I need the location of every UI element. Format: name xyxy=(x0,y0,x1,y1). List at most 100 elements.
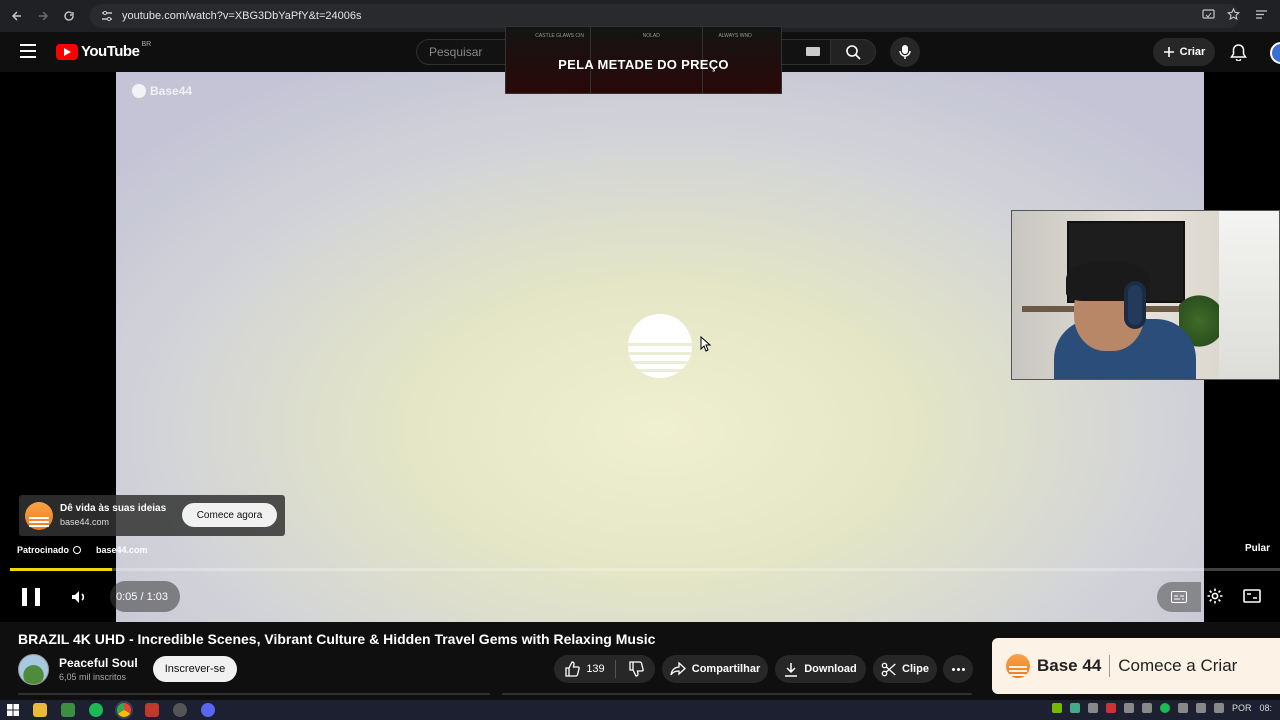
ad-domain: base44.com xyxy=(60,517,110,527)
description-divider-left xyxy=(18,693,490,695)
channel-name[interactable]: Peaceful Soul xyxy=(59,656,138,670)
video-player[interactable]: Base44 CASTLE GLAWS CIN NOLAD ALWAYS WND… xyxy=(0,26,1280,622)
like-count: 139 xyxy=(586,663,605,675)
news-app-icon[interactable] xyxy=(145,703,159,717)
promo-label-center: NOLAD xyxy=(642,33,660,39)
plus-icon xyxy=(1163,47,1174,57)
settings-gear-icon[interactable] xyxy=(1206,587,1224,605)
clip-label: Clipe xyxy=(902,663,929,675)
download-button[interactable]: Download xyxy=(775,655,866,683)
watermark-label: Base44 xyxy=(150,84,193,98)
reading-list-icon[interactable] xyxy=(1255,8,1268,21)
system-tray: POR 08: xyxy=(1051,703,1272,713)
windows-start-icon[interactable] xyxy=(7,704,19,716)
volume-icon[interactable] xyxy=(70,588,88,606)
create-label: Criar xyxy=(1179,46,1206,58)
file-explorer-icon[interactable] xyxy=(33,703,47,717)
cast-icon[interactable] xyxy=(1202,8,1215,21)
base44-logo-icon xyxy=(132,84,146,98)
scissors-icon xyxy=(881,662,896,676)
obs-icon[interactable] xyxy=(173,703,187,717)
keyboard-icon[interactable] xyxy=(806,47,820,56)
spotify-tray-icon[interactable] xyxy=(1159,703,1170,713)
ad-overlay-card[interactable]: Dê vida às suas ideias base44.com Comece… xyxy=(19,495,285,536)
tray-app-icon[interactable] xyxy=(1141,703,1152,713)
channel-subscriber-count: 6,05 mil inscritos xyxy=(59,672,127,682)
search-icon xyxy=(846,45,861,60)
speaker-icon[interactable] xyxy=(1213,703,1224,713)
download-label: Download xyxy=(804,663,857,675)
side-ad-tagline: Comece a Criar xyxy=(1118,656,1238,675)
bell-icon[interactable] xyxy=(1230,43,1247,61)
player-controls: 0:05 / 1:03 xyxy=(0,574,1280,620)
voice-search-button[interactable] xyxy=(890,37,920,67)
promo-label-left: CASTLE GLAWS CIN xyxy=(535,33,585,39)
dislike-button[interactable] xyxy=(616,661,655,677)
theater-mode-icon[interactable] xyxy=(1243,589,1261,603)
pause-icon[interactable] xyxy=(22,588,40,606)
sponsored-label[interactable]: Patrocinado xyxy=(17,545,82,555)
like-dislike-group: 139 xyxy=(554,655,655,683)
progress-bar[interactable] xyxy=(10,568,1280,571)
chrome-icon[interactable] xyxy=(117,703,131,717)
channel-avatar[interactable] xyxy=(18,654,49,685)
tray-app-icon[interactable] xyxy=(1123,703,1134,713)
tray-app-icon[interactable] xyxy=(1069,703,1080,713)
progress-fill xyxy=(10,568,112,571)
ad-logo-icon xyxy=(25,502,53,530)
os-taskbar: POR 08: xyxy=(0,700,1280,720)
tray-app-icon[interactable] xyxy=(1105,703,1116,713)
info-icon[interactable] xyxy=(73,546,82,554)
discord-icon[interactable] xyxy=(201,703,215,717)
subtitles-icon xyxy=(1171,591,1187,603)
subscribe-button[interactable]: Inscrever-se xyxy=(153,656,237,682)
more-actions-icon[interactable] xyxy=(943,655,973,683)
bookmark-star-icon[interactable] xyxy=(1227,8,1240,21)
side-ad-banner[interactable]: Base 44 Comece a Criar xyxy=(992,638,1280,694)
back-icon[interactable] xyxy=(4,3,30,29)
create-button[interactable]: Criar xyxy=(1153,38,1215,66)
language-indicator[interactable]: POR xyxy=(1232,703,1252,713)
clip-button[interactable]: Clipe xyxy=(873,655,937,683)
address-bar[interactable]: youtube.com/watch?v=XBG3DbYaPfY&t=24006s xyxy=(90,4,1240,28)
promo-banner-overlay: CASTLE GLAWS CIN NOLAD ALWAYS WND PELA M… xyxy=(505,26,782,94)
time-display: 0:05 / 1:03 xyxy=(110,581,180,612)
sponsored-text: Patrocinado xyxy=(17,545,70,555)
app-icon[interactable] xyxy=(61,703,75,717)
thumbs-up-icon xyxy=(565,661,581,677)
thumbs-down-icon xyxy=(628,661,644,677)
share-button[interactable]: Compartilhar xyxy=(662,655,768,683)
sponsored-domain[interactable]: base44.com xyxy=(96,545,148,555)
site-settings-icon[interactable] xyxy=(100,9,114,23)
skip-ad-button[interactable]: Pular xyxy=(1245,543,1270,554)
clock[interactable]: 08: xyxy=(1259,703,1272,713)
promo-headline: PELA METADE DO PREÇO xyxy=(558,57,729,72)
tray-app-icon[interactable] xyxy=(1087,703,1098,713)
search-button[interactable] xyxy=(830,39,876,65)
menu-icon[interactable] xyxy=(20,44,36,58)
share-label: Compartilhar xyxy=(691,663,761,675)
forward-icon[interactable] xyxy=(30,3,56,29)
base44-logo-icon xyxy=(1006,654,1030,678)
url-text: youtube.com/watch?v=XBG3DbYaPfY&t=24006s xyxy=(122,10,362,22)
ad-title: Dê vida às suas ideias xyxy=(60,503,167,514)
reload-icon[interactable] xyxy=(56,3,82,29)
youtube-play-icon xyxy=(56,43,78,60)
subtitles-button[interactable] xyxy=(1157,582,1201,612)
mic-icon xyxy=(899,45,911,59)
like-button[interactable]: 139 xyxy=(554,660,616,678)
download-icon xyxy=(785,662,798,677)
nvidia-icon[interactable] xyxy=(1051,703,1062,713)
ad-cta-button[interactable]: Comece agora xyxy=(182,503,277,527)
spotify-icon[interactable] xyxy=(89,703,103,717)
mouse-cursor-icon xyxy=(700,336,712,352)
battery-icon[interactable] xyxy=(1195,703,1206,713)
network-icon[interactable] xyxy=(1177,703,1188,713)
logo-word: YouTube xyxy=(81,43,140,60)
screen: youtube.com/watch?v=XBG3DbYaPfY&t=24006s… xyxy=(0,0,1280,720)
youtube-logo[interactable]: YouTube BR xyxy=(56,41,151,60)
video-title: BRAZIL 4K UHD - Incredible Scenes, Vibra… xyxy=(18,631,656,647)
search-placeholder: Pesquisar xyxy=(429,45,483,59)
account-avatar[interactable] xyxy=(1270,42,1280,64)
description-divider-right xyxy=(502,693,972,695)
